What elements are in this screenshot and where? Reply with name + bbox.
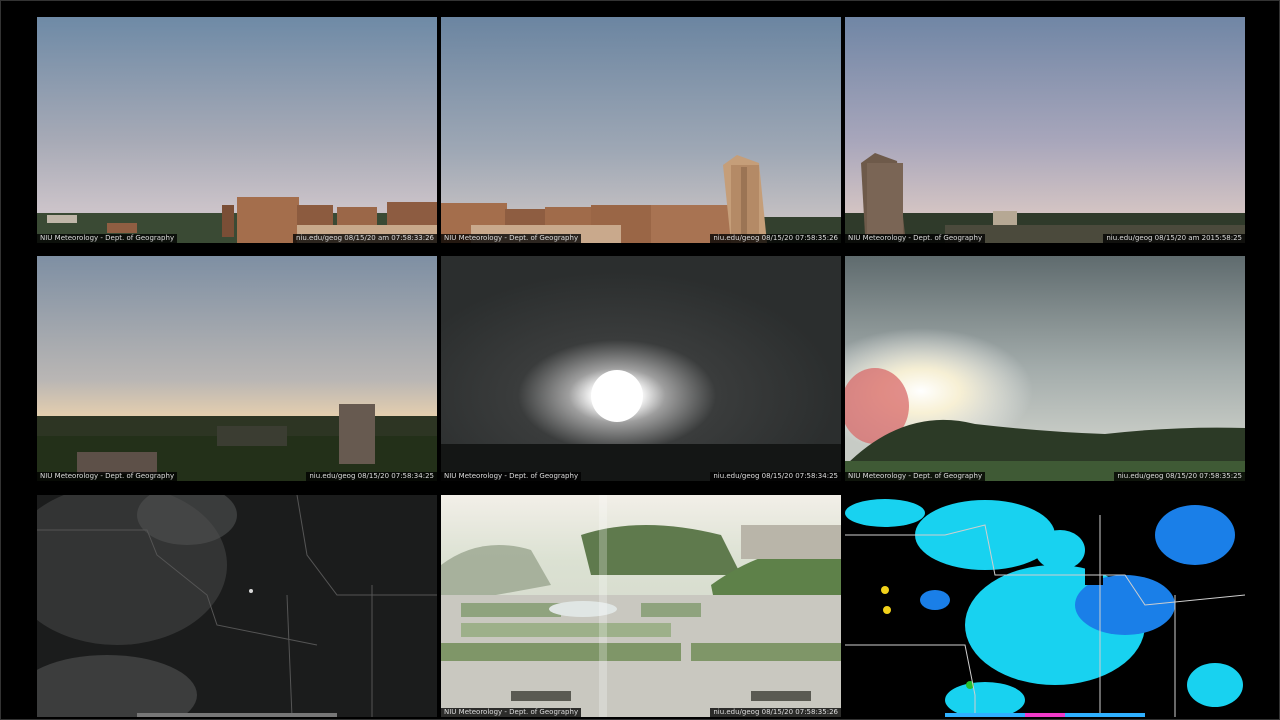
webcam-timestamp-3: niu.edu/geog 08/15/20 am 2015:58:25 xyxy=(1103,234,1245,243)
webcam-image-8 xyxy=(441,495,841,717)
webcam-label-3: NIU Meteorology - Dept. of Geography xyxy=(845,234,986,243)
webcam-image-6 xyxy=(845,256,1245,481)
webcam-dashboard: NIU Meteorology - Dept. of Geography niu… xyxy=(0,0,1280,720)
webcam-image-2 xyxy=(441,17,841,243)
webcam-label-5: NIU Meteorology - Dept. of Geography xyxy=(441,472,582,481)
webcam-label-1: NIU Meteorology - Dept. of Geography xyxy=(37,234,178,243)
webcam-image-1 xyxy=(37,17,437,243)
radar-image xyxy=(845,495,1245,717)
webcam-timestamp-6: niu.edu/geog 08/15/20 07:58:35:25 xyxy=(1114,472,1245,481)
webcam-timestamp-4: niu.edu/geog 08/15/20 07:58:34:25 xyxy=(306,472,437,481)
webcam-tile-8[interactable]: NIU Meteorology - Dept. of Geography niu… xyxy=(441,495,841,717)
webcam-image-3 xyxy=(845,17,1245,243)
webcam-timestamp-8: niu.edu/geog 08/15/20 07:58:35:26 xyxy=(710,708,841,717)
webcam-image-5 xyxy=(441,256,841,481)
satellite-image xyxy=(37,495,437,717)
webcam-timestamp-2: niu.edu/geog 08/15/20 07:58:35:26 xyxy=(710,234,841,243)
webcam-tile-3[interactable]: NIU Meteorology - Dept. of Geography niu… xyxy=(845,17,1245,243)
satellite-tile[interactable] xyxy=(37,495,437,717)
webcam-tile-5[interactable]: NIU Meteorology - Dept. of Geography niu… xyxy=(441,256,841,481)
webcam-tile-2[interactable]: NIU Meteorology - Dept. of Geography niu… xyxy=(441,17,841,243)
webcam-image-4 xyxy=(37,256,437,481)
webcam-tile-6[interactable]: NIU Meteorology - Dept. of Geography niu… xyxy=(845,256,1245,481)
webcam-label-6: NIU Meteorology - Dept. of Geography xyxy=(845,472,986,481)
webcam-label-4: NIU Meteorology - Dept. of Geography xyxy=(37,472,178,481)
webcam-label-8: NIU Meteorology - Dept. of Geography xyxy=(441,708,582,717)
webcam-label-2: NIU Meteorology - Dept. of Geography xyxy=(441,234,582,243)
webcam-tile-1[interactable]: NIU Meteorology - Dept. of Geography niu… xyxy=(37,17,437,243)
radar-tile[interactable] xyxy=(845,495,1245,717)
webcam-timestamp-5: niu.edu/geog 08/15/20 07:58:34:25 xyxy=(710,472,841,481)
webcam-timestamp-1: niu.edu/geog 08/15/20 am 07:58:33:26 xyxy=(293,234,437,243)
webcam-tile-4[interactable]: NIU Meteorology - Dept. of Geography niu… xyxy=(37,256,437,481)
